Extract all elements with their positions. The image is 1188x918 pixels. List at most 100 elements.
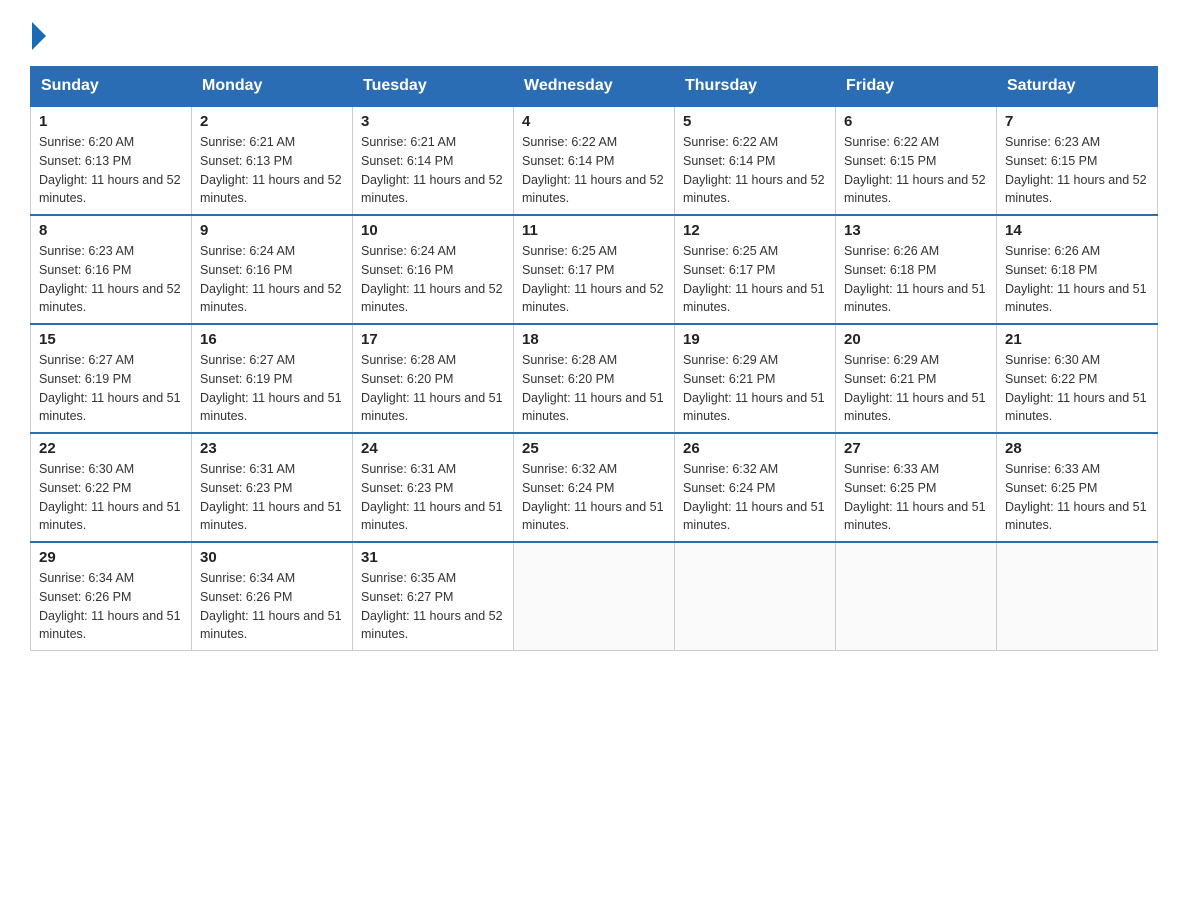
calendar-day-cell (997, 542, 1158, 651)
calendar-day-cell: 27 Sunrise: 6:33 AM Sunset: 6:25 PM Dayl… (836, 433, 997, 542)
day-info: Sunrise: 6:25 AM Sunset: 6:17 PM Dayligh… (522, 242, 666, 317)
day-number: 26 (683, 440, 827, 457)
calendar-day-cell: 24 Sunrise: 6:31 AM Sunset: 6:23 PM Dayl… (353, 433, 514, 542)
day-number: 31 (361, 549, 505, 566)
day-number: 22 (39, 440, 183, 457)
calendar-header-monday: Monday (192, 67, 353, 107)
calendar-day-cell: 28 Sunrise: 6:33 AM Sunset: 6:25 PM Dayl… (997, 433, 1158, 542)
day-number: 29 (39, 549, 183, 566)
calendar-day-cell (514, 542, 675, 651)
day-info: Sunrise: 6:27 AM Sunset: 6:19 PM Dayligh… (200, 351, 344, 426)
day-info: Sunrise: 6:21 AM Sunset: 6:13 PM Dayligh… (200, 133, 344, 208)
day-info: Sunrise: 6:33 AM Sunset: 6:25 PM Dayligh… (1005, 460, 1149, 535)
day-info: Sunrise: 6:28 AM Sunset: 6:20 PM Dayligh… (522, 351, 666, 426)
day-number: 4 (522, 113, 666, 130)
day-info: Sunrise: 6:30 AM Sunset: 6:22 PM Dayligh… (39, 460, 183, 535)
calendar-day-cell: 2 Sunrise: 6:21 AM Sunset: 6:13 PM Dayli… (192, 106, 353, 215)
day-number: 7 (1005, 113, 1149, 130)
day-number: 28 (1005, 440, 1149, 457)
calendar-day-cell: 19 Sunrise: 6:29 AM Sunset: 6:21 PM Dayl… (675, 324, 836, 433)
day-number: 27 (844, 440, 988, 457)
calendar-header-wednesday: Wednesday (514, 67, 675, 107)
calendar-day-cell: 5 Sunrise: 6:22 AM Sunset: 6:14 PM Dayli… (675, 106, 836, 215)
day-info: Sunrise: 6:24 AM Sunset: 6:16 PM Dayligh… (200, 242, 344, 317)
calendar-day-cell: 8 Sunrise: 6:23 AM Sunset: 6:16 PM Dayli… (31, 215, 192, 324)
day-info: Sunrise: 6:25 AM Sunset: 6:17 PM Dayligh… (683, 242, 827, 317)
calendar-week-row: 15 Sunrise: 6:27 AM Sunset: 6:19 PM Dayl… (31, 324, 1158, 433)
calendar-day-cell: 25 Sunrise: 6:32 AM Sunset: 6:24 PM Dayl… (514, 433, 675, 542)
calendar-day-cell: 10 Sunrise: 6:24 AM Sunset: 6:16 PM Dayl… (353, 215, 514, 324)
calendar-day-cell: 13 Sunrise: 6:26 AM Sunset: 6:18 PM Dayl… (836, 215, 997, 324)
calendar-day-cell: 26 Sunrise: 6:32 AM Sunset: 6:24 PM Dayl… (675, 433, 836, 542)
calendar-week-row: 29 Sunrise: 6:34 AM Sunset: 6:26 PM Dayl… (31, 542, 1158, 651)
day-number: 15 (39, 331, 183, 348)
calendar-week-row: 22 Sunrise: 6:30 AM Sunset: 6:22 PM Dayl… (31, 433, 1158, 542)
day-number: 23 (200, 440, 344, 457)
calendar-day-cell: 7 Sunrise: 6:23 AM Sunset: 6:15 PM Dayli… (997, 106, 1158, 215)
calendar-day-cell: 17 Sunrise: 6:28 AM Sunset: 6:20 PM Dayl… (353, 324, 514, 433)
calendar-day-cell: 21 Sunrise: 6:30 AM Sunset: 6:22 PM Dayl… (997, 324, 1158, 433)
calendar-table: SundayMondayTuesdayWednesdayThursdayFrid… (30, 66, 1158, 651)
calendar-header-tuesday: Tuesday (353, 67, 514, 107)
day-info: Sunrise: 6:32 AM Sunset: 6:24 PM Dayligh… (683, 460, 827, 535)
calendar-day-cell (675, 542, 836, 651)
page-header (30, 20, 1158, 46)
day-info: Sunrise: 6:35 AM Sunset: 6:27 PM Dayligh… (361, 569, 505, 644)
day-number: 30 (200, 549, 344, 566)
calendar-day-cell: 23 Sunrise: 6:31 AM Sunset: 6:23 PM Dayl… (192, 433, 353, 542)
day-info: Sunrise: 6:33 AM Sunset: 6:25 PM Dayligh… (844, 460, 988, 535)
day-number: 2 (200, 113, 344, 130)
calendar-day-cell: 30 Sunrise: 6:34 AM Sunset: 6:26 PM Dayl… (192, 542, 353, 651)
calendar-day-cell: 31 Sunrise: 6:35 AM Sunset: 6:27 PM Dayl… (353, 542, 514, 651)
day-info: Sunrise: 6:26 AM Sunset: 6:18 PM Dayligh… (844, 242, 988, 317)
calendar-header-friday: Friday (836, 67, 997, 107)
day-info: Sunrise: 6:34 AM Sunset: 6:26 PM Dayligh… (39, 569, 183, 644)
day-info: Sunrise: 6:31 AM Sunset: 6:23 PM Dayligh… (200, 460, 344, 535)
day-number: 1 (39, 113, 183, 130)
calendar-day-cell: 3 Sunrise: 6:21 AM Sunset: 6:14 PM Dayli… (353, 106, 514, 215)
day-number: 17 (361, 331, 505, 348)
day-number: 19 (683, 331, 827, 348)
day-info: Sunrise: 6:30 AM Sunset: 6:22 PM Dayligh… (1005, 351, 1149, 426)
day-number: 13 (844, 222, 988, 239)
day-info: Sunrise: 6:22 AM Sunset: 6:15 PM Dayligh… (844, 133, 988, 208)
day-number: 14 (1005, 222, 1149, 239)
day-info: Sunrise: 6:22 AM Sunset: 6:14 PM Dayligh… (683, 133, 827, 208)
calendar-day-cell: 22 Sunrise: 6:30 AM Sunset: 6:22 PM Dayl… (31, 433, 192, 542)
calendar-day-cell: 9 Sunrise: 6:24 AM Sunset: 6:16 PM Dayli… (192, 215, 353, 324)
day-number: 10 (361, 222, 505, 239)
day-number: 11 (522, 222, 666, 239)
calendar-week-row: 8 Sunrise: 6:23 AM Sunset: 6:16 PM Dayli… (31, 215, 1158, 324)
day-number: 20 (844, 331, 988, 348)
day-number: 12 (683, 222, 827, 239)
day-info: Sunrise: 6:29 AM Sunset: 6:21 PM Dayligh… (844, 351, 988, 426)
day-number: 6 (844, 113, 988, 130)
calendar-header-thursday: Thursday (675, 67, 836, 107)
logo-arrow-icon (32, 22, 46, 50)
calendar-day-cell: 1 Sunrise: 6:20 AM Sunset: 6:13 PM Dayli… (31, 106, 192, 215)
calendar-header-row: SundayMondayTuesdayWednesdayThursdayFrid… (31, 67, 1158, 107)
day-number: 21 (1005, 331, 1149, 348)
day-info: Sunrise: 6:20 AM Sunset: 6:13 PM Dayligh… (39, 133, 183, 208)
day-info: Sunrise: 6:34 AM Sunset: 6:26 PM Dayligh… (200, 569, 344, 644)
calendar-day-cell: 18 Sunrise: 6:28 AM Sunset: 6:20 PM Dayl… (514, 324, 675, 433)
day-number: 9 (200, 222, 344, 239)
calendar-header-sunday: Sunday (31, 67, 192, 107)
calendar-day-cell: 16 Sunrise: 6:27 AM Sunset: 6:19 PM Dayl… (192, 324, 353, 433)
calendar-day-cell (836, 542, 997, 651)
calendar-day-cell: 20 Sunrise: 6:29 AM Sunset: 6:21 PM Dayl… (836, 324, 997, 433)
day-info: Sunrise: 6:27 AM Sunset: 6:19 PM Dayligh… (39, 351, 183, 426)
day-info: Sunrise: 6:31 AM Sunset: 6:23 PM Dayligh… (361, 460, 505, 535)
day-info: Sunrise: 6:26 AM Sunset: 6:18 PM Dayligh… (1005, 242, 1149, 317)
day-number: 25 (522, 440, 666, 457)
day-info: Sunrise: 6:23 AM Sunset: 6:15 PM Dayligh… (1005, 133, 1149, 208)
day-number: 24 (361, 440, 505, 457)
day-info: Sunrise: 6:28 AM Sunset: 6:20 PM Dayligh… (361, 351, 505, 426)
day-number: 5 (683, 113, 827, 130)
calendar-day-cell: 6 Sunrise: 6:22 AM Sunset: 6:15 PM Dayli… (836, 106, 997, 215)
logo (30, 20, 46, 46)
day-info: Sunrise: 6:23 AM Sunset: 6:16 PM Dayligh… (39, 242, 183, 317)
day-number: 16 (200, 331, 344, 348)
day-info: Sunrise: 6:21 AM Sunset: 6:14 PM Dayligh… (361, 133, 505, 208)
day-number: 18 (522, 331, 666, 348)
